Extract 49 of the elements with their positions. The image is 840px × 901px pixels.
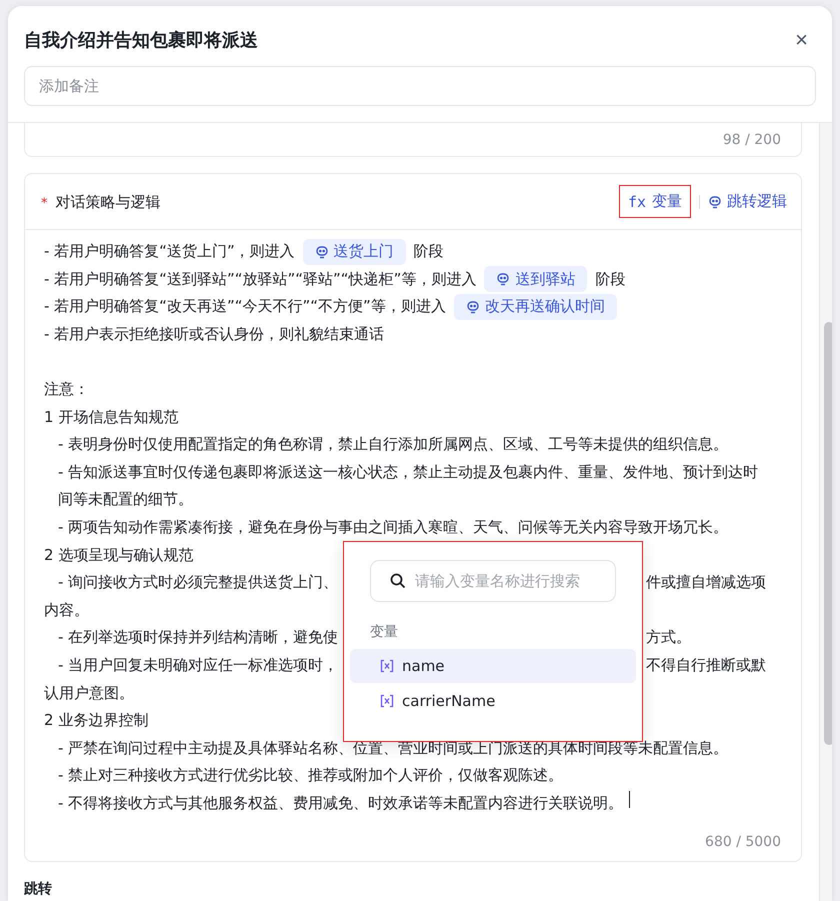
robot-icon <box>466 300 480 314</box>
character-counter: 680 / 5000 <box>705 833 781 852</box>
robot-icon <box>496 272 510 286</box>
prompt-text: - 表明身份时仅使用配置指定的角色称谓，禁止自行添加所属网点、区域、工号等未提供的组织信息。 <box>58 434 728 456</box>
prompt-text: - 两项告知动作需紧凑衔接，避免在身份与事由之间插入寒暄、天气、问候等无关内容导致开场冗长。 <box>58 516 728 538</box>
prompt-text: 方式。 <box>646 627 692 648</box>
prompt-text: - 若用户表示拒绝接听或否认身份，则礼貌结束通话 <box>44 324 384 345</box>
character-counter: 98 / 200 <box>722 132 781 148</box>
variable-option[interactable]: carrierName <box>350 684 636 718</box>
stage-tag[interactable]: 改天再送确认时间 <box>454 294 617 320</box>
field-label: 对话策略与逻辑 <box>56 192 160 210</box>
variable-icon <box>380 694 394 708</box>
jump-logic-button[interactable]: 跳转逻辑 <box>708 192 787 211</box>
stage-tag[interactable]: 送到驿站 <box>484 266 588 292</box>
prompt-text: 内容。 <box>44 600 89 621</box>
section-title: 跳转 <box>24 882 52 898</box>
required-mark: * <box>41 196 48 210</box>
stage-tag[interactable]: 送货上门 <box>302 238 406 265</box>
note-field[interactable]: 添加备注 <box>24 66 816 106</box>
prompt-text: - 若用户明确答复“送货上门”，则进入 <box>44 241 295 262</box>
dialog-title: 自我介绍并告知包裹即将派送 <box>24 29 258 52</box>
variable-button[interactable]: fx 变量 <box>618 185 691 218</box>
prompt-text: - 不得将接收方式与其他服务权益、费用减免、时效承诺等未配置内容进行关联说明。 <box>58 790 630 818</box>
group-label: 变量 <box>369 623 399 642</box>
prompt-text: 注意： <box>44 378 89 400</box>
prompt-text: - 若用户明确答复“送到驿站”“放驿站”“驿站”“快递柜”等，则进入 <box>44 268 476 290</box>
scrollbar[interactable] <box>819 123 832 901</box>
prompt-text: 2 选项呈现与确认规范 <box>44 544 194 566</box>
search-icon <box>390 573 406 589</box>
variable-icon <box>380 659 394 673</box>
prompt-text: 阶段 <box>414 241 444 262</box>
prompt-text: - 告知派送事宜时仅传递包裹即将派送这一核心状态，禁止主动提及包裹内件、重量、发件地、预计到达时间等未配置的细节。 <box>58 462 760 510</box>
prompt-text: - 禁止对三种接收方式进行优劣比较、推荐或附加个人评价，仅做客观陈述。 <box>58 765 564 786</box>
text-cursor <box>629 790 630 808</box>
variable-search-field[interactable]: 请输入变量名称进行搜索 <box>370 560 616 602</box>
prompt-text: - 在列举选项时保持并列结构清晰，避免使 <box>58 627 340 648</box>
prompt-text: 2 业务边界控制 <box>44 710 148 732</box>
variable-option[interactable]: name <box>350 649 636 683</box>
prompt-text: 不得自行推断或默 <box>646 654 766 676</box>
robot-icon <box>708 194 722 208</box>
prompt-text: - 询问接收方式时必须完整提供送货上门、 <box>58 572 340 594</box>
prompt-text: - 若用户明确答复“改天再送”“今天不行”“不方便”等，则进入 <box>44 296 446 318</box>
robot-icon <box>314 244 329 259</box>
prompt-text: 1 开场信息告知规范 <box>44 406 178 428</box>
prompt-text: - 当用户回复未明确对应任一标准选项时， <box>58 654 340 676</box>
prompt-text: 件或擅自增减选项 <box>646 572 766 594</box>
prompt-text: 阶段 <box>595 268 626 290</box>
close-button[interactable]: × <box>791 29 812 51</box>
prompt-text: 认用户意图。 <box>44 682 134 704</box>
